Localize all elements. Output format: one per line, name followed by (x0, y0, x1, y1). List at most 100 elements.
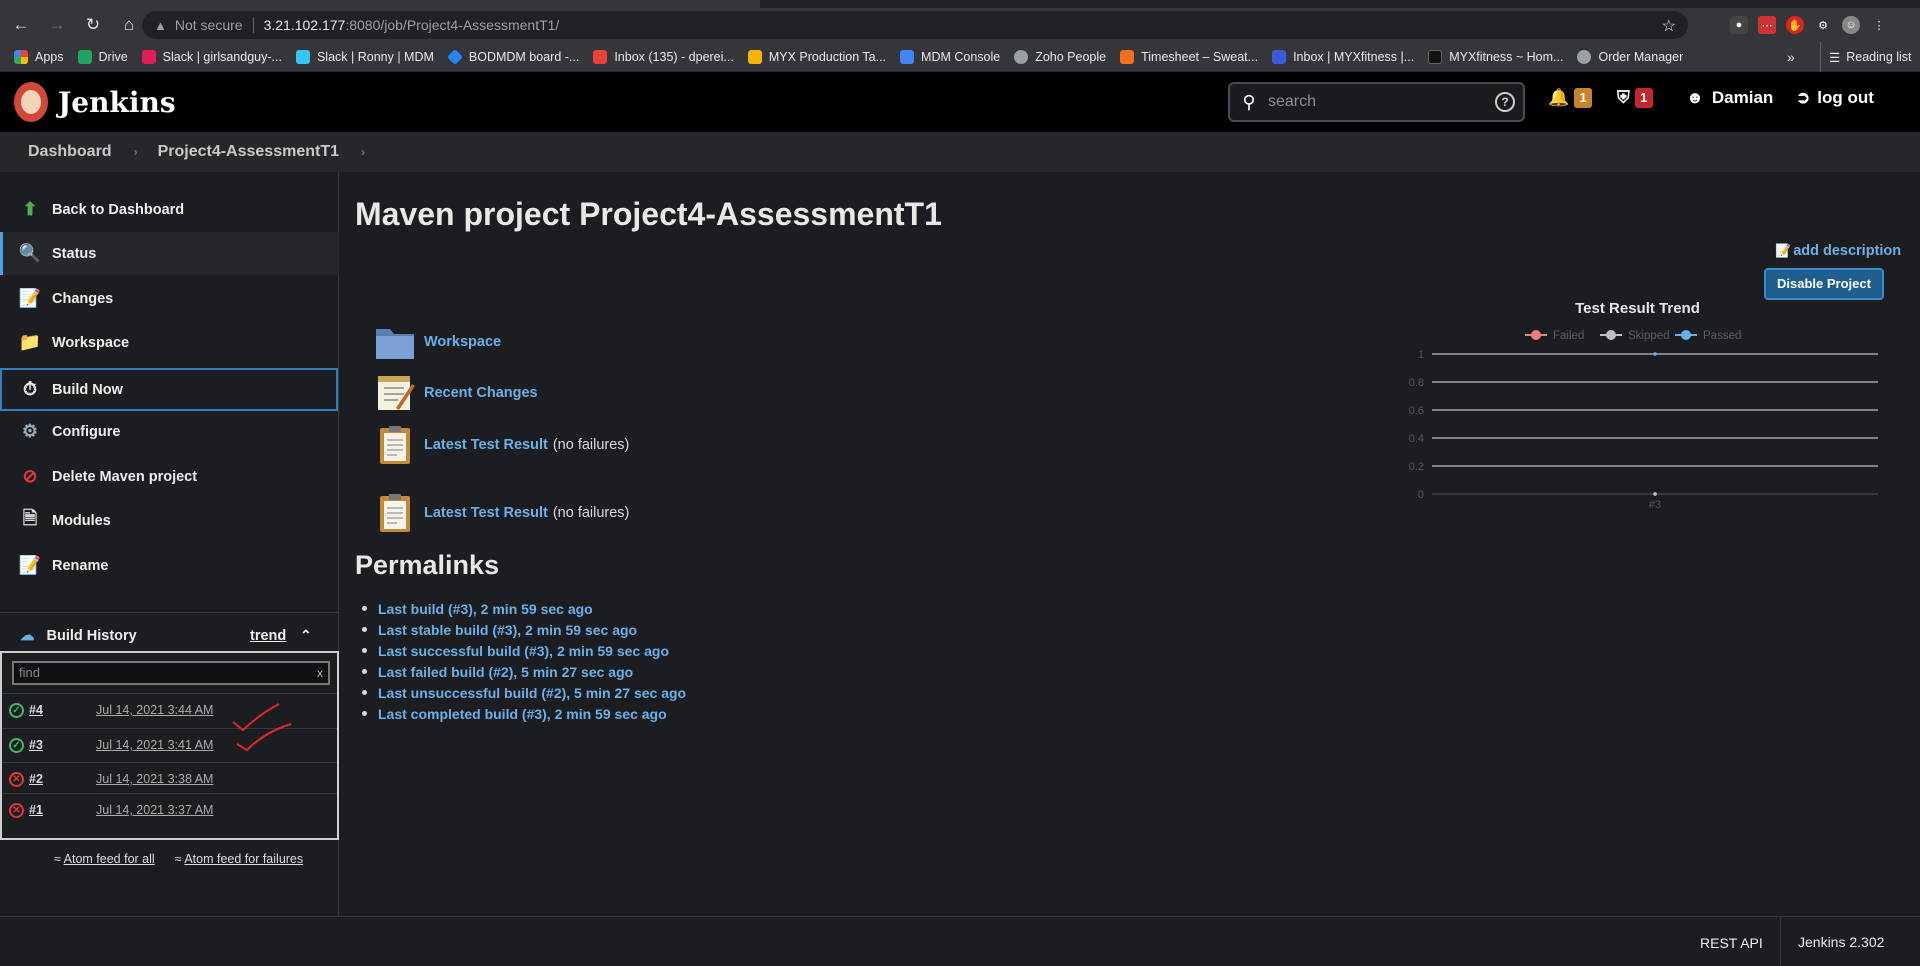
build-number[interactable]: #4 (29, 703, 84, 717)
build-row[interactable]: ✕ #1 Jul 14, 2021 3:37 AM (2, 793, 337, 826)
feed-all-link[interactable]: ≈ Atom feed for all (54, 852, 155, 866)
collapse-caret-icon[interactable]: ⌃ (300, 627, 312, 644)
build-find-input[interactable]: find x (12, 661, 330, 685)
task-label: Back to Dashboard (52, 201, 185, 218)
search-input[interactable] (1268, 93, 1488, 111)
notifications-badge: 1 (1574, 88, 1593, 108)
bookmark-apps[interactable]: Apps (14, 49, 64, 64)
chart-title: Test Result Trend (1575, 300, 1700, 317)
bookmark-order-manager[interactable]: Order Manager (1577, 49, 1683, 64)
extension-lastpass-icon[interactable]: ⋯ (1758, 16, 1776, 34)
recent-changes-link[interactable]: Recent Changes (424, 385, 538, 401)
permalink-item[interactable]: Last stable build (#3), 2 min 59 sec ago (378, 619, 686, 640)
build-date[interactable]: Jul 14, 2021 3:41 AM (96, 738, 213, 752)
breadcrumb-chevron-icon[interactable]: › (134, 145, 138, 159)
build-number[interactable]: #1 (29, 803, 84, 817)
data-point (1653, 352, 1657, 356)
bookmark-zoho[interactable]: Zoho People (1014, 49, 1106, 64)
task-configure[interactable]: ⚙ Configure (0, 410, 339, 453)
user-button[interactable]: ☻ Damian (1686, 88, 1773, 108)
bookmark-myx-home[interactable]: MYXfitness ~ Hom... (1428, 49, 1563, 64)
breadcrumb-dashboard[interactable]: Dashboard (28, 143, 112, 161)
permalink-item[interactable]: Last failed build (#2), 5 min 27 sec ago (378, 661, 686, 682)
build-row[interactable]: ✕ #2 Jul 14, 2021 3:38 AM (2, 762, 337, 795)
task-label: Build Now (52, 381, 123, 398)
address-bar[interactable]: ▲ Not secure 3.21.102.177 :8080/job/Proj… (142, 11, 1688, 39)
profile-avatar-icon[interactable]: ☺ (1842, 16, 1860, 34)
bookmark-mdm-console[interactable]: MDM Console (900, 49, 1000, 64)
bookmark-star-icon[interactable]: ☆ (1662, 16, 1676, 36)
notepad-icon (378, 376, 415, 410)
bookmark-myx-production[interactable]: MYX Production Ta... (747, 49, 886, 64)
breadcrumb-project[interactable]: Project4-AssessmentT1 (158, 143, 339, 161)
build-date[interactable]: Jul 14, 2021 3:38 AM (96, 772, 213, 786)
page-title: Maven project Project4-AssessmentT1 (355, 196, 942, 232)
latest-test-result-link[interactable]: Latest Test Result (424, 505, 548, 521)
permalink-item[interactable]: Last successful build (#3), 2 min 59 sec… (378, 640, 686, 661)
bookmarks-overflow-icon[interactable]: » (1787, 49, 1795, 65)
permalink-item[interactable]: Last unsuccessful build (#2), 5 min 27 s… (378, 682, 686, 703)
task-back-to-dashboard[interactable]: ⬆ Back to Dashboard (0, 188, 339, 231)
disable-project-button[interactable]: Disable Project (1764, 268, 1884, 300)
security-button[interactable]: ⛨ 1 (1617, 88, 1653, 108)
bookmark-drive[interactable]: Drive (77, 49, 128, 64)
build-date[interactable]: Jul 14, 2021 3:44 AM (96, 703, 213, 717)
task-build-now[interactable]: ⏱ Build Now (0, 368, 338, 411)
bookmark-label: Drive (98, 49, 128, 64)
logout-button[interactable]: ➲ log out (1796, 88, 1874, 108)
browser-menu-icon[interactable]: ⋮ (1870, 16, 1888, 34)
extension-hand-icon[interactable]: ✋ (1786, 16, 1804, 34)
slack-icon (141, 49, 156, 64)
forward-arrow-icon[interactable]: → (42, 10, 72, 40)
bookmark-inbox-myx[interactable]: Inbox | MYXfitness |... (1272, 49, 1414, 64)
build-number[interactable]: #2 (29, 772, 84, 786)
task-status[interactable]: 🔍 Status (0, 232, 339, 275)
bookmark-gmail[interactable]: Inbox (135) - dperei... (593, 49, 734, 64)
task-label: Rename (52, 557, 109, 574)
browser-active-tab[interactable] (0, 0, 760, 8)
rest-api-link[interactable]: REST API (1700, 935, 1763, 951)
build-history-title: Build History (46, 627, 137, 644)
bookmark-board[interactable]: BODMDM board -... (446, 48, 579, 65)
reading-list-icon: ☰ (1829, 50, 1841, 65)
add-description-label: add description (1793, 243, 1902, 259)
add-description-link[interactable]: 📝 add description (1775, 243, 1901, 259)
legend-label: Skipped (1628, 330, 1670, 342)
task-rename[interactable]: 📝 Rename (0, 544, 339, 587)
extensions-puzzle-icon[interactable]: ⚙ (1814, 16, 1832, 34)
workspace-link[interactable]: Workspace (424, 334, 501, 350)
task-workspace[interactable]: 📁 Workspace (0, 321, 339, 364)
task-changes[interactable]: 📝 Changes (0, 277, 339, 320)
bookmark-label: Apps (35, 49, 64, 64)
bookmark-label: Slack | Ronny | MDM (316, 49, 434, 64)
latest-test-result-link[interactable]: Latest Test Result (424, 437, 548, 453)
help-icon[interactable]: ? (1495, 92, 1515, 112)
bookmark-slack-2[interactable]: Slack | Ronny | MDM (295, 49, 434, 64)
brand-name: Jenkins (58, 85, 176, 119)
bookmark-slack-1[interactable]: Slack | girlsandguy-... (141, 49, 282, 64)
jenkins-logo[interactable]: Jenkins (14, 82, 176, 122)
find-clear-button[interactable]: x (317, 663, 323, 683)
jenkins-version[interactable]: Jenkins 2.302 (1780, 917, 1884, 966)
bookmark-timesheet[interactable]: Timesheet – Sweat... (1120, 49, 1258, 64)
feed-failures-link[interactable]: ≈ Atom feed for failures (175, 852, 303, 866)
bookmark-label: Inbox (135) - dperei... (614, 49, 734, 64)
reading-list-button[interactable]: ☰ Reading list (1820, 42, 1912, 72)
build-date[interactable]: Jul 14, 2021 3:37 AM (96, 803, 213, 817)
permalink-item[interactable]: Last build (#3), 2 min 59 sec ago (378, 598, 686, 619)
notifications-button[interactable]: 🔔 1 (1548, 88, 1593, 108)
build-number[interactable]: #3 (29, 738, 84, 752)
home-icon[interactable]: ⌂ (114, 10, 144, 40)
task-label: Changes (52, 290, 114, 307)
task-modules[interactable]: 🗎 Modules (0, 499, 339, 542)
extension-mask-icon[interactable]: ● (1730, 16, 1748, 34)
y-tick-label: 0 (1418, 489, 1424, 501)
reload-icon[interactable]: ↻ (78, 10, 108, 40)
task-delete-project[interactable]: ⊘ Delete Maven project (0, 455, 339, 498)
breadcrumb-chevron-icon[interactable]: › (361, 145, 365, 159)
task-label: Workspace (52, 334, 130, 351)
back-arrow-icon[interactable]: ← (6, 10, 36, 40)
permalink-item[interactable]: Last completed build (#3), 2 min 59 sec … (378, 703, 686, 724)
trend-link[interactable]: trend (250, 628, 286, 644)
sidebar: ⬆ Back to Dashboard 🔍 Status 📝 Changes 📁… (0, 172, 339, 916)
